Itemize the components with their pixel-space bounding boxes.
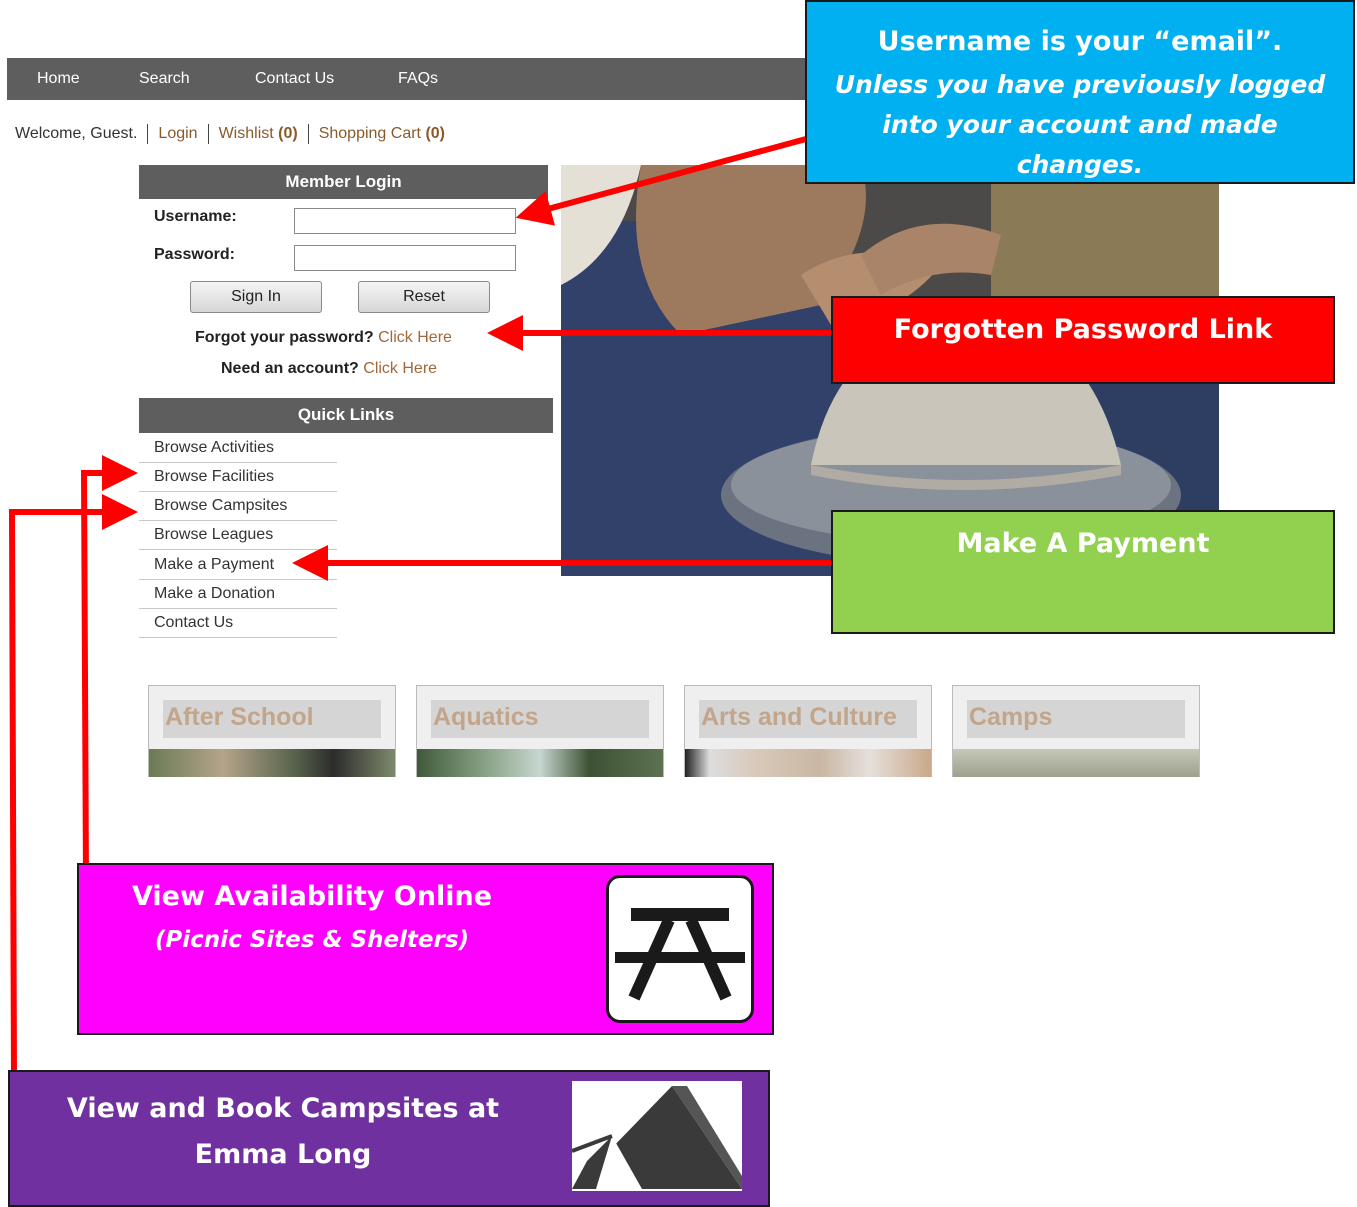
forgot-password-callout: Forgotten Password Link (831, 296, 1335, 384)
username-callout-title: Username is your “email”. (877, 26, 1283, 57)
picnic-table-icon (606, 875, 754, 1023)
arrow-to-browse-facilities (80, 455, 138, 883)
username-callout: Username is your “email”. Unless you hav… (805, 0, 1355, 184)
campsite-callout: View and Book Campsites at Emma Long (8, 1070, 770, 1207)
username-callout-subtitle: Unless you have previously logged into y… (834, 70, 1326, 179)
campsite-callout-title: View and Book Campsites at Emma Long (66, 1093, 500, 1170)
make-payment-callout-title: Make A Payment (956, 528, 1210, 559)
tent-icon (571, 1081, 742, 1191)
picnic-callout-title: View Availability Online (131, 881, 493, 912)
make-payment-callout: Make A Payment (831, 510, 1335, 634)
picnic-callout: View Availability Online (Picnic Sites &… (77, 863, 774, 1035)
forgot-password-callout-title: Forgotten Password Link (893, 314, 1273, 345)
arrow-to-username (515, 136, 807, 226)
picnic-callout-subtitle: (Picnic Sites & Shelters) (154, 927, 470, 953)
